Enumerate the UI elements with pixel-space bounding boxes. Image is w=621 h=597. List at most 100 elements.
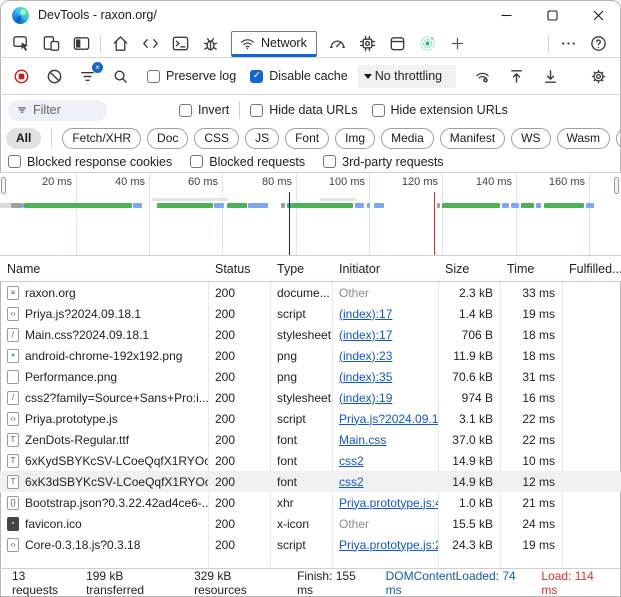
initiator-link[interactable]: (index):35	[339, 370, 392, 384]
elements-tab-code-icon[interactable]	[135, 32, 165, 56]
table-row[interactable]: /css2?family=Source+Sans+Pro:i...200styl…	[0, 387, 621, 408]
3rd-party-requests-checkbox[interactable]	[323, 155, 336, 168]
table-row[interactable]: TZenDots-Regular.ttf200fontMain.css37.0 …	[0, 429, 621, 450]
waterfall-segment	[355, 203, 364, 208]
title-bar: DevTools - raxon.org/	[0, 0, 621, 30]
chip-css[interactable]: CSS	[194, 128, 239, 149]
network-conditions-icon[interactable]	[469, 63, 495, 89]
preserve-log-checkbox[interactable]	[147, 70, 160, 83]
toolbar-divider	[100, 35, 101, 53]
disable-cache-checkbox[interactable]	[250, 70, 263, 83]
chip-doc[interactable]: Doc	[147, 128, 188, 149]
console-tab-icon[interactable]	[165, 32, 195, 56]
clear-network-log-icon[interactable]	[41, 63, 67, 89]
filter-input-container[interactable]	[8, 100, 107, 121]
table-row[interactable]: Performance.png200png(index):3570.6 kB31…	[0, 366, 621, 387]
table-row[interactable]: ‹›Priya.prototype.js200scriptPriya.js?20…	[0, 408, 621, 429]
column-header-time[interactable]: Time	[500, 256, 562, 282]
debugger-bug-icon[interactable]	[195, 32, 225, 56]
overview-handle-left[interactable]	[1, 177, 6, 194]
chip-wasm[interactable]: Wasm	[557, 128, 611, 149]
column-header-status[interactable]: Status	[208, 256, 270, 282]
chip-ws[interactable]: WS	[511, 128, 550, 149]
blocked-response-cookies-checkbox[interactable]	[8, 155, 21, 168]
tab-network[interactable]: Network	[231, 31, 317, 57]
column-header-size[interactable]: Size	[438, 256, 500, 282]
help-icon[interactable]	[583, 32, 613, 56]
table-row[interactable]: T6xK3dSBYKcSV-LCoeQqfX1RYOo...200fontcss…	[0, 471, 621, 492]
device-emulation-icon[interactable]	[36, 32, 66, 56]
table-row[interactable]: ‹›Priya.js?2024.09.18.1200script(index):…	[0, 303, 621, 324]
initiator-link[interactable]: css2	[339, 475, 364, 489]
initiator-link[interactable]: Priya.prototype.js:2	[339, 538, 438, 552]
column-header-fulfilled[interactable]: Fulfilled...	[562, 256, 621, 282]
column-header-type[interactable]: Type	[270, 256, 332, 282]
welcome-tab-home-icon[interactable]	[105, 32, 135, 56]
column-header-name[interactable]: Name	[0, 256, 208, 282]
dock-side-icon[interactable]	[66, 32, 96, 56]
chip-js[interactable]: JS	[245, 128, 279, 149]
cell: (index):23	[332, 345, 438, 366]
memory-chip-icon[interactable]	[353, 32, 383, 56]
cell: 200	[208, 303, 270, 324]
record-network-log-icon[interactable]	[8, 63, 34, 89]
waterfall-segment	[536, 203, 541, 208]
cell: css2	[332, 471, 438, 492]
table-row[interactable]: T6xKydSBYKcSV-LCoeQqfX1RYOo...200fontcss…	[0, 450, 621, 471]
cell: ‹›Core-0.3.18.js?0.3.18	[0, 534, 208, 555]
chip-font[interactable]: Font	[285, 128, 329, 149]
initiator-link[interactable]: css2	[339, 454, 364, 468]
extension-atom-icon[interactable]	[413, 32, 443, 56]
chip-fetch-xhr[interactable]: Fetch/XHR	[62, 128, 141, 149]
initiator-link[interactable]: Priya.js?2024.09.18	[339, 412, 438, 426]
table-row[interactable]: ≡raxon.org200docume...Other2.3 kB33 ms	[0, 282, 621, 303]
table-row[interactable]: /Main.css?2024.09.18.1200stylesheet(inde…	[0, 324, 621, 345]
chip-all[interactable]: All	[6, 128, 41, 149]
close-button[interactable]	[575, 0, 621, 30]
network-tab-label: Network	[261, 36, 307, 50]
filter-funnel-icon	[16, 104, 28, 116]
cell: font	[270, 429, 332, 450]
customize-ellipsis-icon[interactable]	[553, 32, 583, 56]
invert-checkbox[interactable]	[179, 104, 192, 117]
initiator-link[interactable]: (index):17	[339, 328, 392, 342]
chip-media[interactable]: Media	[381, 128, 434, 149]
export-har-icon[interactable]	[537, 63, 563, 89]
minimize-button[interactable]	[483, 0, 529, 30]
application-storage-icon[interactable]	[383, 32, 413, 56]
initiator-link[interactable]: (index):19	[339, 391, 392, 405]
script-icon: ‹›	[7, 412, 19, 426]
performance-gauge-icon[interactable]	[323, 32, 353, 56]
table-row[interactable]: ●android-chrome-192x192.png200png(index)…	[0, 345, 621, 366]
cell: 21 ms	[500, 492, 562, 513]
chip-manifest[interactable]: Manifest	[440, 128, 505, 149]
initiator-link[interactable]: (index):17	[339, 307, 392, 321]
table-row[interactable]: ▪favicon.ico200x-iconOther15.5 kB24 ms	[0, 513, 621, 534]
filter-input[interactable]	[33, 103, 97, 117]
import-har-icon[interactable]	[503, 63, 529, 89]
hide-extension-urls-checkbox[interactable]	[372, 104, 385, 117]
initiator-link[interactable]: Priya.prototype.js:4	[339, 496, 438, 510]
filter-toggle-icon[interactable]: ×	[74, 63, 100, 89]
waterfall-segment	[11, 203, 22, 208]
cell: Priya.prototype.js:4	[332, 492, 438, 513]
network-overview-timeline[interactable]: 20 ms40 ms60 ms80 ms100 ms120 ms140 ms16…	[0, 172, 621, 256]
request-name: raxon.org	[25, 286, 76, 300]
blocked-requests-checkbox[interactable]	[190, 155, 203, 168]
search-icon[interactable]	[107, 63, 133, 89]
maximize-button[interactable]	[529, 0, 575, 30]
initiator-link[interactable]: (index):23	[339, 349, 392, 363]
throttling-select[interactable]: No throttling	[358, 65, 456, 88]
table-row[interactable]: ‹›Core-0.3.18.js?0.3.18200scriptPriya.pr…	[0, 534, 621, 555]
network-settings-gear-icon[interactable]	[585, 63, 611, 89]
table-row[interactable]: {}Bootstrap.json?0.3.22.42ad4ce6-...200x…	[0, 492, 621, 513]
cell: 200	[208, 513, 270, 534]
chip-img[interactable]: Img	[335, 128, 375, 149]
column-header-initiator[interactable]: Initiator	[332, 256, 438, 282]
more-tools-plus-icon[interactable]	[443, 32, 473, 56]
overview-handle-right[interactable]	[614, 177, 619, 194]
hide-data-urls-checkbox[interactable]	[250, 104, 263, 117]
initiator-link[interactable]: Main.css	[339, 433, 386, 447]
inspect-element-icon[interactable]	[6, 32, 36, 56]
chip-other[interactable]: Other	[616, 128, 621, 149]
